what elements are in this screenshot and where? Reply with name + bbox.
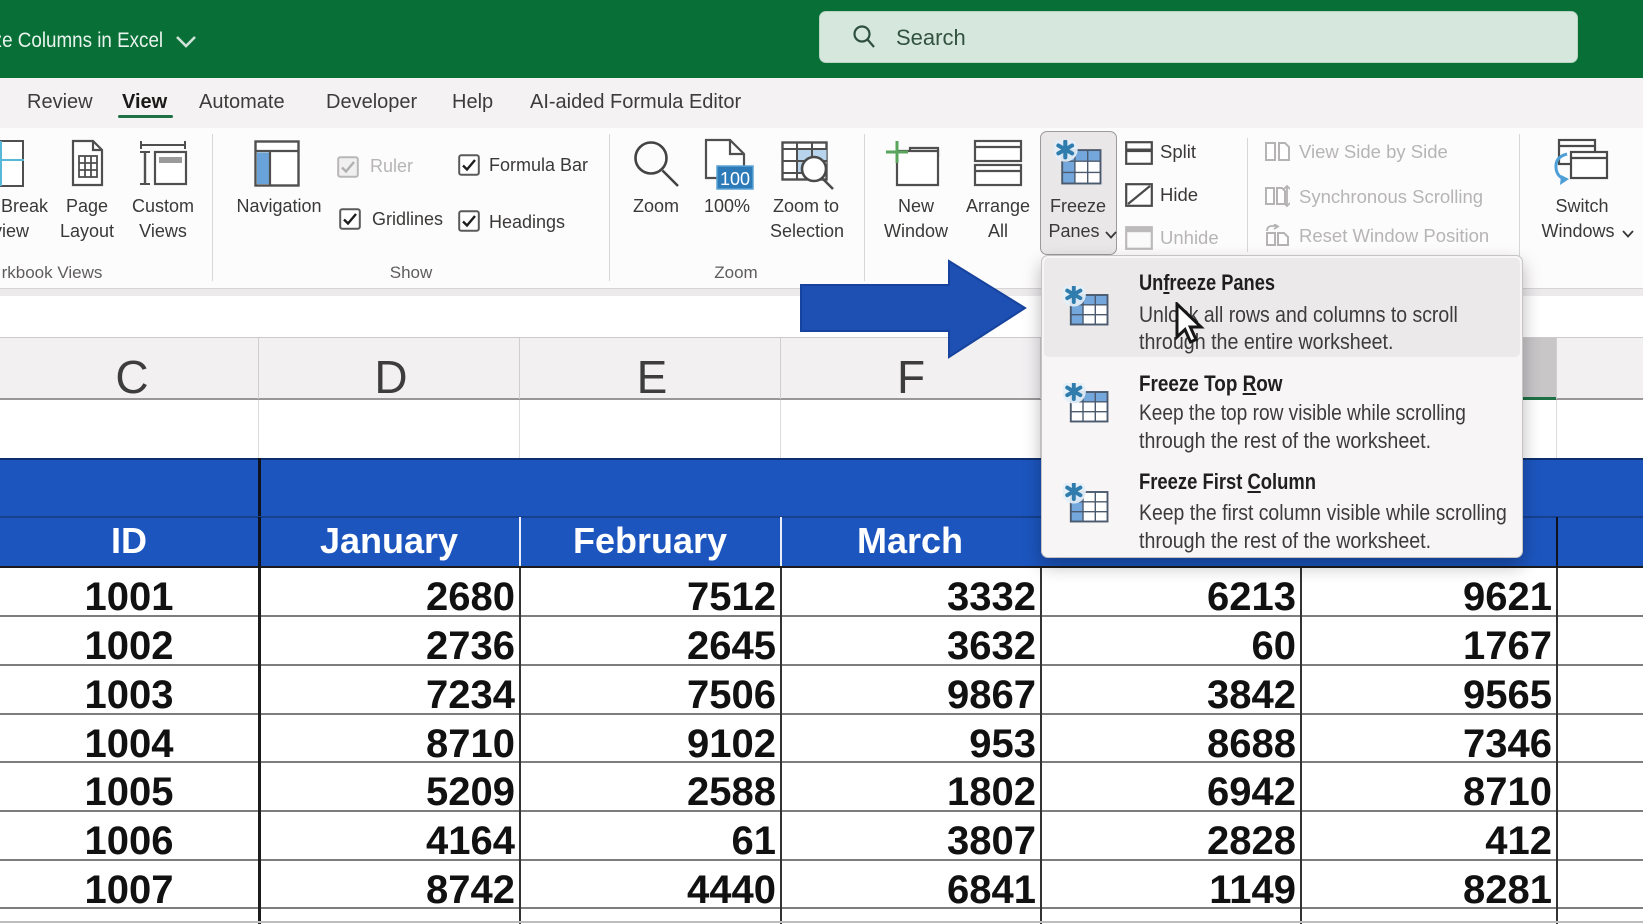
svg-text:100: 100 [720,169,750,189]
